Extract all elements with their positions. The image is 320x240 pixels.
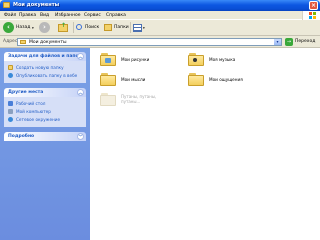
toolbar: ‹ Назад ▾ › ↑ Поиск Папки ▾ (0, 20, 320, 36)
folder-icon (20, 40, 26, 44)
details-header[interactable]: Подробно ︾ (4, 132, 86, 141)
menu-help[interactable]: Справка (106, 13, 126, 18)
go-button[interactable]: → Переход (284, 38, 320, 46)
folder-label: Моя музыка (209, 57, 236, 62)
menu-view[interactable]: Вид (40, 13, 49, 18)
folder-item[interactable]: Мои мысли (100, 72, 170, 88)
search-icon (76, 24, 82, 30)
menu-file[interactable]: Файл (4, 13, 16, 18)
folder-item[interactable]: Мои ощущения (188, 72, 258, 88)
menu-edit[interactable]: Правка (19, 13, 36, 18)
search-label: Поиск (85, 25, 100, 30)
forward-arrow-icon: › (39, 22, 50, 33)
task-label: Создать новую папку (16, 65, 64, 70)
place-label: Мой компьютер (16, 109, 51, 114)
window-title: Мои документы (13, 2, 60, 8)
panel-title: Подробно (8, 134, 35, 139)
menu-tools[interactable]: Сервис (84, 13, 101, 18)
back-label: Назад (16, 25, 31, 30)
other-places-panel: Другие места ︽ Рабочий стол Мой компьюте… (4, 88, 86, 127)
address-bar: Адрес: Мои документы ▾ → Переход (0, 36, 320, 48)
folder-icon (100, 92, 116, 106)
views-icon (133, 24, 142, 32)
address-value: Мои документы (29, 40, 67, 45)
new-folder-icon (8, 65, 13, 70)
place-label: Сетевое окружение (16, 117, 61, 122)
web-publish-icon (8, 73, 13, 78)
task-label: Опубликовать папку в вебе (16, 73, 78, 78)
menu-favorites[interactable]: Избранное (55, 13, 81, 18)
folder-label: Мои рисунки (121, 57, 150, 62)
ghost-folder-label: Путаны, путаны, путаны... (121, 94, 156, 104)
views-button[interactable]: ▾ (133, 22, 147, 34)
windows-logo-icon (302, 11, 320, 20)
forward-button[interactable]: › (39, 22, 50, 34)
ghost-label-line2: путаны... (121, 99, 141, 104)
up-arrow-icon: ↑ (61, 22, 67, 29)
explorer-window: Мои документы × Файл Правка Вид Избранно… (0, 0, 320, 240)
folders-label: Папки (114, 25, 129, 30)
folder-label: Мои мысли (121, 77, 146, 82)
panel-title: Задачи для файлов и папок (8, 54, 82, 59)
pictures-folder-icon (100, 52, 116, 66)
panel-body: Рабочий стол Мой компьютер Сетевое окруж… (4, 97, 86, 127)
file-tasks-header[interactable]: Задачи для файлов и папок ︽ (4, 52, 86, 61)
collapse-chevron-icon[interactable]: ︽ (77, 53, 84, 60)
chevron-down-icon: ▾ (32, 26, 34, 30)
panel-body: Создать новую папку Опубликовать папку в… (4, 61, 86, 83)
folder-item[interactable]: Моя музыка (188, 52, 258, 68)
file-tasks-panel: Задачи для файлов и папок ︽ Создать нову… (4, 52, 86, 83)
up-button[interactable]: ↑ (58, 22, 70, 34)
toolbar-divider (130, 22, 131, 33)
back-button[interactable]: ‹ Назад ▾ (3, 22, 37, 34)
file-list[interactable]: Мои рисунки Моя музыка Мои мысли Мои ощу… (90, 48, 320, 240)
toolbar-divider (73, 22, 74, 33)
collapse-chevron-icon[interactable]: ︽ (77, 89, 84, 96)
folder-icon (100, 72, 116, 86)
network-icon (8, 117, 13, 122)
address-field[interactable]: Мои документы ▾ (17, 38, 282, 46)
expand-chevron-icon[interactable]: ︾ (77, 133, 84, 140)
music-folder-icon (188, 52, 204, 66)
place-label: Рабочий стол (16, 101, 46, 106)
folder-icon (188, 72, 204, 86)
folder-item[interactable]: Мои рисунки (100, 52, 170, 68)
desktop-icon (8, 101, 13, 106)
close-button[interactable]: × (309, 1, 318, 10)
go-arrow-icon: → (285, 38, 293, 46)
address-dropdown-button[interactable]: ▾ (274, 39, 281, 45)
other-places-header[interactable]: Другие места ︽ (4, 88, 86, 97)
go-label: Переход (295, 39, 316, 44)
title-bar[interactable]: Мои документы × (0, 0, 320, 11)
search-button[interactable]: Поиск (76, 22, 102, 34)
back-arrow-icon: ‹ (3, 22, 14, 33)
task-pane: Задачи для файлов и папок ︽ Создать нову… (0, 48, 90, 240)
panel-title: Другие места (8, 90, 44, 95)
folder-icon (3, 2, 10, 8)
computer-icon (8, 109, 13, 114)
folders-button[interactable]: Папки (104, 22, 130, 34)
menu-bar: Файл Правка Вид Избранное Сервис Справка (0, 11, 320, 20)
chevron-down-icon: ▾ (143, 26, 145, 30)
folder-label: Мои ощущения (209, 77, 243, 82)
details-panel: Подробно ︾ (4, 132, 86, 141)
ghost-folder-item[interactable]: Путаны, путаны, путаны... (100, 92, 170, 108)
folders-icon (104, 24, 112, 31)
